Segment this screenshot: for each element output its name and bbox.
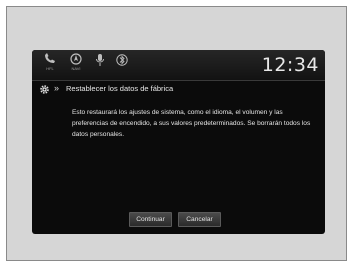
figure-frame: HFL NAVI 12:34 » Restablecer los datos d…	[6, 6, 347, 261]
dialog-message: Esto restaurará los ajustes de sistema, …	[72, 109, 311, 138]
microphone-icon[interactable]	[88, 53, 112, 77]
status-bar: HFL NAVI 12:34	[32, 50, 325, 81]
phone-icon[interactable]: HFL	[38, 53, 62, 77]
dialog-title: Restablecer los datos de fábrica	[66, 84, 174, 93]
continue-button[interactable]: Continuar	[129, 212, 172, 227]
cancel-button[interactable]: Cancelar	[178, 212, 221, 227]
dialog-title-bar: » Restablecer los datos de fábrica	[32, 81, 325, 97]
clock: 12:34	[261, 54, 319, 76]
gear-icon	[40, 85, 49, 94]
phone-icon-label: HFL	[46, 66, 54, 71]
infotainment-screen: HFL NAVI 12:34 » Restablecer los datos d…	[32, 50, 325, 234]
bluetooth-icon[interactable]	[110, 53, 134, 77]
navigation-icon[interactable]: NAVI	[64, 53, 88, 77]
navigation-icon-label: NAVI	[71, 66, 81, 71]
breadcrumb-chevron-icon: »	[54, 83, 60, 93]
